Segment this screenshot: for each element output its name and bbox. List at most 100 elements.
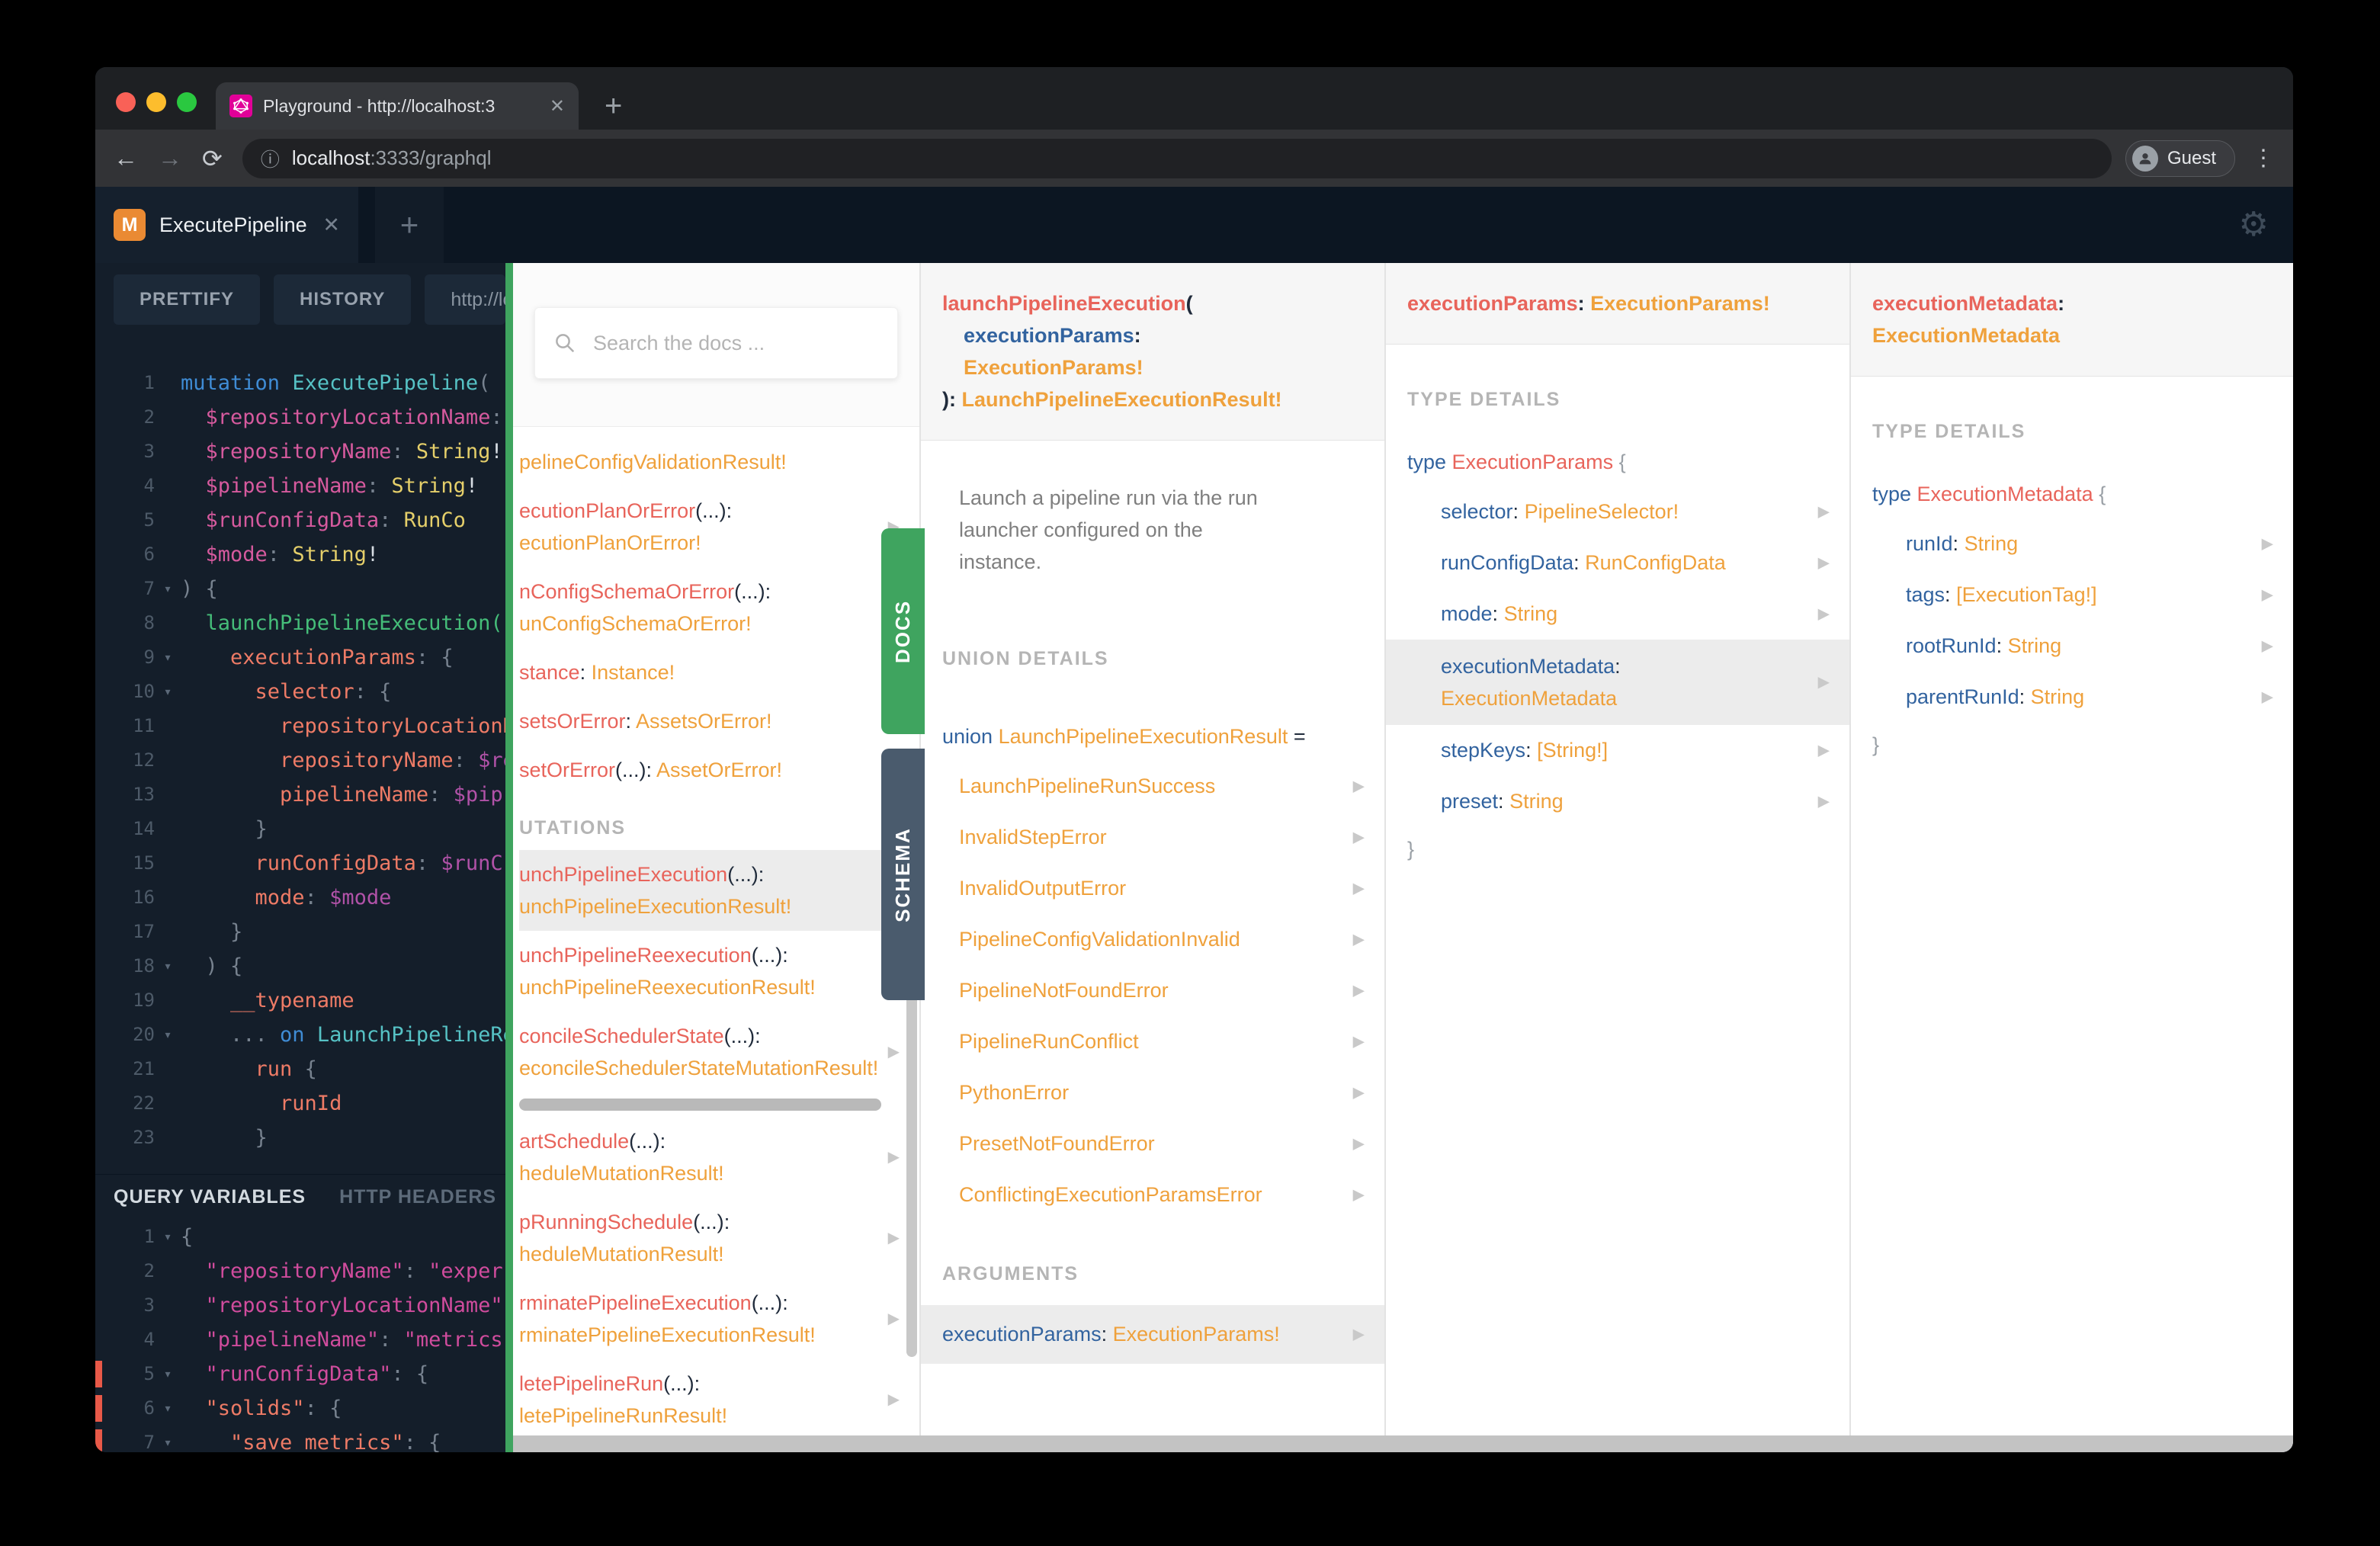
- docs-field-item[interactable]: ecutionPlanOrError(...): ecutionPlanOrErr…: [519, 486, 919, 567]
- union-member-item[interactable]: ConflictingExecutionParamsError ▶: [921, 1169, 1384, 1220]
- variables-editor[interactable]: 1 ▾{2 "repositoryName": "exper 3 "reposito…: [95, 1220, 505, 1452]
- docs-horizontal-scrollbar[interactable]: [513, 1435, 2293, 1452]
- fold-arrow-icon[interactable]: ▾: [155, 949, 181, 983]
- maximize-window-button[interactable]: [177, 92, 197, 112]
- code-line[interactable]: 15 runConfigData: $runC: [95, 846, 505, 880]
- fold-arrow-icon[interactable]: ▾: [155, 1220, 181, 1254]
- union-member-item[interactable]: LaunchPipelineRunSuccess ▶: [921, 761, 1384, 812]
- code-line[interactable]: 4 $pipelineName: String!: [95, 469, 505, 503]
- playground-tab[interactable]: M ExecutePipeline ✕: [95, 187, 358, 263]
- code-line[interactable]: 7 ▾) {: [95, 572, 505, 606]
- fold-arrow-icon[interactable]: ▾: [155, 1357, 181, 1391]
- docs-field-item[interactable]: setsOrError: AssetsOrError!▶: [519, 697, 919, 746]
- url-field[interactable]: ⓘ localhost :3333/graphql: [242, 138, 2112, 178]
- union-member-item[interactable]: InvalidOutputError ▶: [921, 863, 1384, 914]
- docs-field-item[interactable]: artSchedule(...): heduleMutationResult! ▶: [519, 1117, 919, 1198]
- docs-field-item[interactable]: nConfigSchemaOrError(...): unConfigSchema…: [519, 567, 919, 648]
- code-line[interactable]: 1 mutation ExecutePipeline(: [95, 366, 505, 400]
- type-field-row[interactable]: runConfigData: RunConfigData ▶: [1386, 537, 1849, 589]
- docs-field-item[interactable]: stance: Instance!▶: [519, 648, 919, 697]
- query-editor[interactable]: 1 mutation ExecutePipeline(2 $repositoryL…: [95, 366, 505, 1155]
- type-field-row[interactable]: executionMetadata: ExecutionMetadata ▶: [1386, 640, 1849, 725]
- code-line[interactable]: 2 "repositoryName": "exper: [95, 1254, 505, 1288]
- code-line[interactable]: 14 }: [95, 812, 505, 846]
- code-line[interactable]: 2 $repositoryLocationName:: [95, 400, 505, 435]
- union-member-item[interactable]: PipelineNotFoundError ▶: [921, 965, 1384, 1016]
- playground-tab-close-icon[interactable]: ✕: [322, 213, 340, 237]
- code-line[interactable]: 23 }: [95, 1121, 505, 1155]
- prettify-button[interactable]: PRETTIFY: [114, 274, 261, 325]
- type-field-row[interactable]: stepKeys: [String!] ▶: [1386, 725, 1849, 776]
- code-line[interactable]: 13 pipelineName: $pip: [95, 778, 505, 812]
- playground-new-tab-button[interactable]: +: [375, 187, 444, 263]
- type-field-row[interactable]: rootRunId: String ▶: [1851, 621, 2293, 672]
- back-icon[interactable]: ←: [114, 144, 138, 172]
- code-line[interactable]: 3 $repositoryName: String!: [95, 435, 505, 469]
- code-line[interactable]: 12 repositoryName: $rep: [95, 743, 505, 778]
- tab-http-headers[interactable]: HTTP HEADERS: [339, 1186, 496, 1208]
- code-line[interactable]: 1 ▾{: [95, 1220, 505, 1254]
- code-line[interactable]: 5 ▾ "runConfigData": {: [95, 1357, 505, 1391]
- tab-docs[interactable]: DOCS: [881, 528, 925, 734]
- docs-search-input[interactable]: [592, 330, 879, 356]
- union-member-item[interactable]: InvalidStepError ▶: [921, 812, 1384, 863]
- history-button[interactable]: HISTORY: [274, 274, 412, 325]
- docs-field-item[interactable]: rminatePipelineExecution(...): rminatePip…: [519, 1278, 919, 1359]
- tab-schema[interactable]: SCHEMA: [881, 749, 925, 1000]
- code-line[interactable]: 6 ▾ "solids": {: [95, 1391, 505, 1426]
- code-line[interactable]: 5 $runConfigData: RunCo: [95, 503, 505, 537]
- type-field-row[interactable]: selector: PipelineSelector! ▶: [1386, 486, 1849, 537]
- union-member-item[interactable]: PipelineConfigValidationInvalid ▶: [921, 914, 1384, 965]
- settings-gear-icon[interactable]: ⚙: [2239, 205, 2269, 244]
- tab-query-variables[interactable]: QUERY VARIABLES: [114, 1186, 306, 1208]
- docs-field-item[interactable]: unchPipelineReexecution(...): unchPipelin…: [519, 931, 919, 1012]
- fold-arrow-icon[interactable]: ▾: [155, 1426, 181, 1452]
- code-line[interactable]: 22 runId: [95, 1086, 505, 1121]
- union-member-item[interactable]: PipelineRunConflict ▶: [921, 1016, 1384, 1067]
- reload-icon[interactable]: ⟳: [202, 144, 223, 173]
- code-line[interactable]: 21 run {: [95, 1052, 505, 1086]
- code-line[interactable]: 7 ▾ "save_metrics": {: [95, 1426, 505, 1452]
- minimize-window-button[interactable]: [146, 92, 166, 112]
- fold-arrow-icon[interactable]: ▾: [155, 640, 181, 675]
- code-line[interactable]: 6 $mode: String!: [95, 537, 505, 572]
- fold-arrow-icon[interactable]: ▾: [155, 1391, 181, 1426]
- tab-close-icon[interactable]: ✕: [550, 95, 565, 117]
- type-field-row[interactable]: preset: String ▶: [1386, 776, 1849, 827]
- new-tab-button[interactable]: +: [605, 85, 622, 127]
- code-line[interactable]: 8 launchPipelineExecution(: [95, 606, 505, 640]
- code-line[interactable]: 11 repositoryLocationName:: [95, 709, 505, 743]
- docs-field-item[interactable]: pelineConfigValidationResult!: [519, 438, 919, 486]
- browser-menu-icon[interactable]: ⋮: [2252, 145, 2275, 172]
- docs-search-box[interactable]: [534, 307, 898, 379]
- fold-arrow-icon[interactable]: ▾: [155, 1018, 181, 1052]
- profile-button[interactable]: Guest: [2125, 140, 2235, 177]
- argument-row[interactable]: ▶ executionParams: ExecutionParams!: [921, 1305, 1384, 1364]
- type-field-row[interactable]: mode: String ▶: [1386, 589, 1849, 640]
- forward-icon[interactable]: →: [158, 144, 182, 172]
- union-member-item[interactable]: PresetNotFoundError ▶: [921, 1118, 1384, 1169]
- fold-arrow-icon[interactable]: ▾: [155, 572, 181, 606]
- code-line[interactable]: 17 }: [95, 915, 505, 949]
- type-field-row[interactable]: parentRunId: String ▶: [1851, 672, 2293, 723]
- docs-field-item[interactable]: concileSchedulerState(...): econcileSched…: [519, 1012, 919, 1092]
- close-window-button[interactable]: [116, 92, 136, 112]
- type-field-row[interactable]: runId: String ▶: [1851, 518, 2293, 569]
- code-line[interactable]: 3 "repositoryLocationName":: [95, 1288, 505, 1323]
- col1-inline-horizontal-scrollbar[interactable]: [519, 1099, 881, 1111]
- code-line[interactable]: 10 ▾ selector: {: [95, 675, 505, 709]
- code-line[interactable]: 9 ▾ executionParams: {: [95, 640, 505, 675]
- browser-tab[interactable]: Playground - http://localhost:3 ✕: [216, 82, 579, 130]
- code-line[interactable]: 18 ▾ ) {: [95, 949, 505, 983]
- fold-arrow-icon[interactable]: ▾: [155, 675, 181, 709]
- code-line[interactable]: 4 "pipelineName": "metrics: [95, 1323, 505, 1357]
- union-member-item[interactable]: PythonError ▶: [921, 1067, 1384, 1118]
- endpoint-input[interactable]: http://loc: [425, 274, 505, 325]
- site-info-icon[interactable]: ⓘ: [261, 145, 280, 172]
- docs-field-item[interactable]: pRunningSchedule(...): heduleMutationResu…: [519, 1198, 919, 1278]
- type-field-row[interactable]: tags: [ExecutionTag!] ▶: [1851, 569, 2293, 621]
- code-line[interactable]: 16 mode: $mode: [95, 880, 505, 915]
- docs-field-item[interactable]: letePipelineRun(...): letePipelineRunResu…: [519, 1359, 919, 1440]
- code-line[interactable]: 20 ▾ ... on LaunchPipelineRe: [95, 1018, 505, 1052]
- code-line[interactable]: 19 __typename: [95, 983, 505, 1018]
